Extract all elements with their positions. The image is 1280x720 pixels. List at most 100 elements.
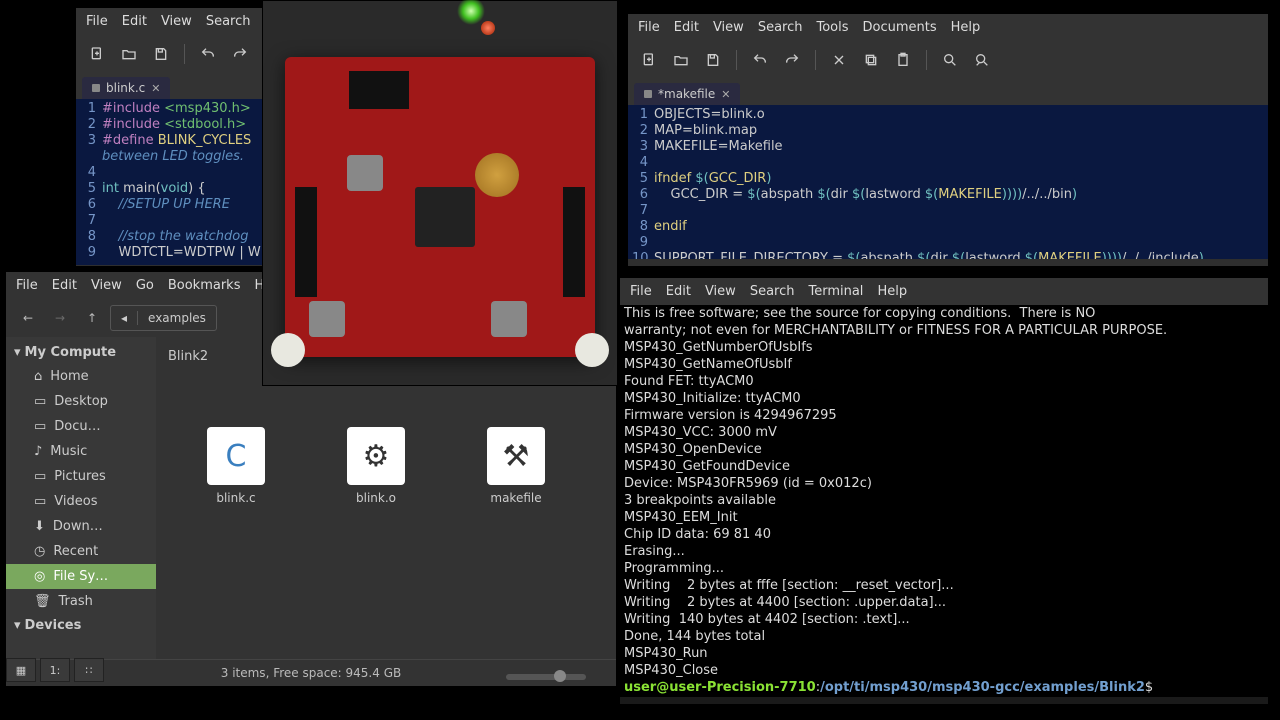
sidebar-item-videos[interactable]: ▭Videos xyxy=(6,489,156,514)
menu-file[interactable]: File xyxy=(638,20,660,35)
sidebar-item-label: File Sy… xyxy=(53,569,108,584)
replace-icon[interactable] xyxy=(969,47,995,73)
trash-icon: 🗑 xyxy=(34,594,51,609)
menu-view[interactable]: View xyxy=(91,278,122,293)
forward-icon[interactable]: → xyxy=(46,305,74,331)
editor-makefile: File Edit View Search Tools Documents Help *ma… xyxy=(628,14,1268,266)
sidebar-item-home[interactable]: ⌂Home xyxy=(6,364,156,389)
save-icon[interactable] xyxy=(700,47,726,73)
sidebar-item-label: Home xyxy=(50,369,88,384)
status-text: 3 items, Free space: 945.4 GB xyxy=(221,666,401,680)
menu-view[interactable]: View xyxy=(713,20,744,35)
menu-view[interactable]: View xyxy=(161,14,192,29)
tab-blink-c[interactable]: blink.c ✕ xyxy=(82,77,170,99)
search-icon[interactable] xyxy=(937,47,963,73)
open-file-icon[interactable] xyxy=(116,41,142,67)
green-led-glow xyxy=(457,0,485,25)
menu-edit[interactable]: Edit xyxy=(666,284,691,299)
chevron-down-icon: ▾ xyxy=(14,345,21,360)
terminal: File Edit View Search Terminal Help This is f… xyxy=(620,278,1268,704)
sidebar-item-music[interactable]: ♪Music xyxy=(6,439,156,464)
redo-icon[interactable] xyxy=(227,41,253,67)
undo-icon[interactable] xyxy=(195,41,221,67)
menu-help[interactable]: Help xyxy=(877,284,907,299)
open-file-icon[interactable] xyxy=(668,47,694,73)
save-icon[interactable] xyxy=(148,41,174,67)
file-blink.o[interactable]: ⚙blink.o xyxy=(336,427,416,505)
sidebar-item-label: Down… xyxy=(53,519,103,534)
file-type-icon: C xyxy=(207,427,265,485)
sidebar-item-filesys[interactable]: ◎File Sy… xyxy=(6,564,156,589)
redo-icon[interactable] xyxy=(779,47,805,73)
menu-edit[interactable]: Edit xyxy=(674,20,699,35)
menu-file[interactable]: File xyxy=(16,278,38,293)
jtag-header xyxy=(349,71,409,109)
file-makefile[interactable]: ⚒makefile xyxy=(476,427,556,505)
zoom-slider[interactable] xyxy=(506,674,586,680)
sidebar-item-download[interactable]: ⬇ Down… xyxy=(6,514,156,539)
folder-icon: ▭ xyxy=(34,419,46,434)
menu-view[interactable]: View xyxy=(705,284,736,299)
editor2-code[interactable]: 1OBJECTS=blink.o2MAP=blink.map3MAKEFILE=… xyxy=(628,105,1268,259)
sidebar-header-devices[interactable]: ▾Devices xyxy=(6,614,156,637)
menu-tools[interactable]: Tools xyxy=(816,20,848,35)
copy-icon[interactable] xyxy=(858,47,884,73)
taskbar-item-0[interactable]: ▦ xyxy=(6,658,36,682)
sidebar-item-recent[interactable]: ◷ Recent xyxy=(6,539,156,564)
menu-terminal[interactable]: Terminal xyxy=(808,284,863,299)
menu-go[interactable]: Go xyxy=(136,278,154,293)
close-icon[interactable]: ✕ xyxy=(151,82,160,95)
editor2-tabs: *makefile ✕ xyxy=(628,79,1268,105)
menu-bookmarks[interactable]: Bookmarks xyxy=(168,278,241,293)
videos-icon: ▭ xyxy=(34,494,46,509)
sidebar-item-label: Music xyxy=(50,444,87,459)
launchpad-board xyxy=(285,57,595,357)
menu-file[interactable]: File xyxy=(630,284,652,299)
new-file-icon[interactable] xyxy=(84,41,110,67)
menu-documents[interactable]: Documents xyxy=(863,20,937,35)
sidebar-item-desktop[interactable]: ▭Desktop xyxy=(6,389,156,414)
sidebar-header-mycomputer[interactable]: ▾My Compute xyxy=(6,341,156,364)
menu-edit[interactable]: Edit xyxy=(52,278,77,293)
new-file-icon[interactable] xyxy=(636,47,662,73)
taskbar-item-2[interactable]: ∷ xyxy=(74,658,104,682)
user-button-1 xyxy=(309,301,345,337)
download-icon: ⬇ xyxy=(34,519,45,534)
path-segment[interactable]: examples xyxy=(138,311,216,325)
terminal-prompt[interactable]: user@user-Precision-7710:/opt/ti/msp430/… xyxy=(624,679,1264,696)
sidebar-item-trash[interactable]: 🗑 Trash xyxy=(6,589,156,614)
sidebar-item-pictures[interactable]: ▭Pictures xyxy=(6,464,156,489)
sidebar-item-folder[interactable]: ▭Docu… xyxy=(6,414,156,439)
back-icon[interactable]: ← xyxy=(14,305,42,331)
file-blink.c[interactable]: Cblink.c xyxy=(196,427,276,505)
menu-search[interactable]: Search xyxy=(758,20,803,35)
sidebar-item-label: Trash xyxy=(59,594,93,609)
menu-file[interactable]: File xyxy=(86,14,108,29)
close-icon[interactable]: ✕ xyxy=(721,88,730,101)
taskbar-item-1[interactable]: 1: xyxy=(40,658,70,682)
undo-icon[interactable] xyxy=(747,47,773,73)
menu-help[interactable]: Help xyxy=(951,20,981,35)
menu-edit[interactable]: Edit xyxy=(122,14,147,29)
red-led xyxy=(481,21,495,35)
path-prev-icon[interactable]: ◂ xyxy=(111,311,138,325)
file-type-icon xyxy=(92,84,100,92)
menu-search[interactable]: Search xyxy=(750,284,795,299)
menu-search[interactable]: Search xyxy=(206,14,251,29)
terminal-output[interactable]: This is free software; see the source fo… xyxy=(620,305,1268,697)
cut-icon[interactable] xyxy=(826,47,852,73)
recent-icon: ◷ xyxy=(34,544,45,559)
tab-makefile[interactable]: *makefile ✕ xyxy=(634,83,740,105)
paste-icon[interactable] xyxy=(890,47,916,73)
up-icon[interactable]: ↑ xyxy=(78,305,106,331)
tab-label: blink.c xyxy=(106,81,145,95)
sidebar-item-label: Pictures xyxy=(54,469,105,484)
desktop-icon: ▭ xyxy=(34,394,46,409)
user-button-2 xyxy=(491,301,527,337)
breadcrumb[interactable]: ◂ examples Blink2 xyxy=(110,305,217,331)
editor2-toolbar xyxy=(628,41,1268,79)
sidebar-item-label: Recent xyxy=(53,544,98,559)
supercap xyxy=(475,153,519,197)
prompt-user: user@user-Precision-7710 xyxy=(624,680,816,695)
mcu-chip xyxy=(415,187,475,247)
